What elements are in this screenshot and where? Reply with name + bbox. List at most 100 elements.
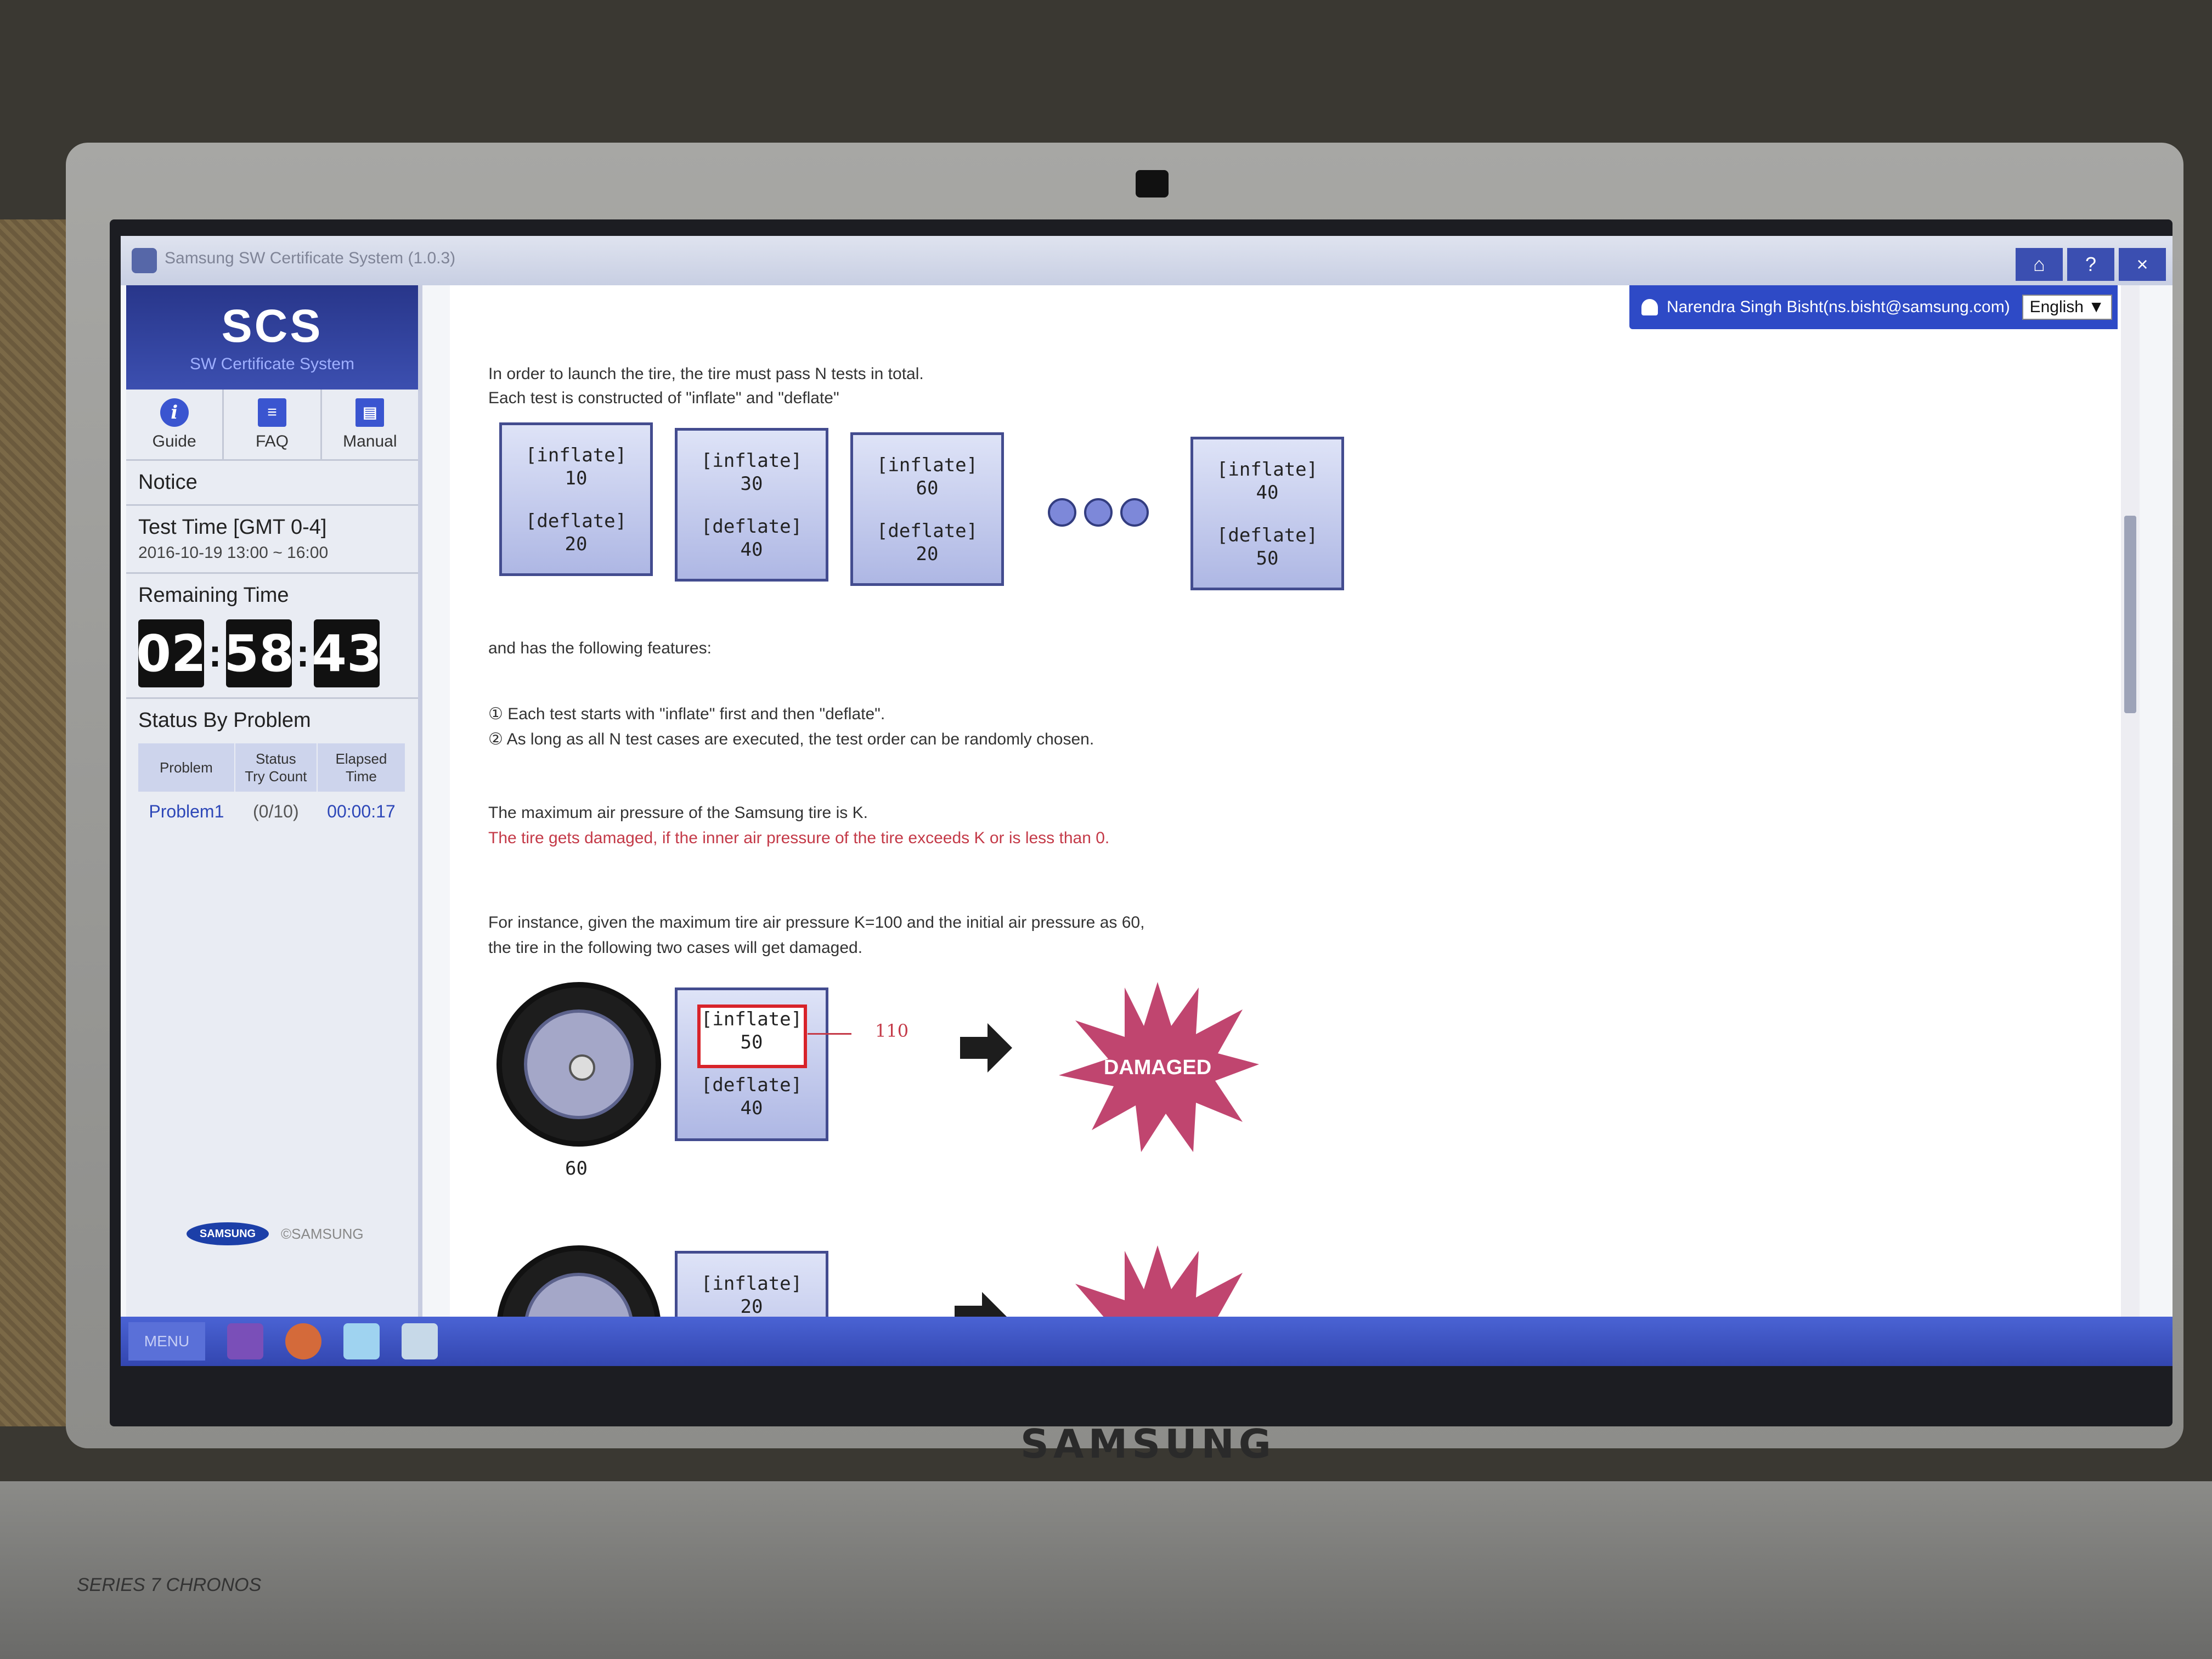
instance-line-2: the tire in the following two cases will…	[488, 939, 863, 957]
deflate-label: [deflate]	[876, 520, 978, 542]
inflate-value: 40	[1256, 482, 1279, 504]
app-icon	[132, 248, 157, 273]
notice-title: Notice	[138, 471, 198, 494]
status-table: Problem Status Try Count Elapsed Time Prob…	[138, 743, 407, 832]
book-icon: ▤	[356, 398, 385, 427]
result-pressure: 110	[875, 1020, 909, 1041]
timer-hours: 02	[136, 619, 206, 687]
sidebar-footer: SAMSUNG ©SAMSUNG	[187, 1222, 364, 1245]
nav-faq[interactable]: ≡ FAQ	[224, 390, 322, 459]
window-controls: ⌂ ? ×	[2016, 248, 2166, 281]
nav-guide[interactable]: i Guide	[126, 390, 224, 459]
test-box-n: [inflate] 40 [deflate] 50	[1190, 437, 1344, 590]
inflate-value: 50	[740, 1031, 763, 1053]
inflate-value: 30	[740, 473, 763, 495]
home-button[interactable]: ⌂	[2016, 248, 2063, 281]
tire-pressure-label: 60	[565, 1158, 588, 1180]
instance-line-1: For instance, given the maximum tire air…	[488, 913, 1145, 932]
problem-elapsed: 00:00:17	[327, 802, 396, 821]
sidebar: SCS SW Certificate System i Guide ≡ FAQ …	[126, 285, 422, 1317]
visual-studio-icon[interactable]	[227, 1323, 263, 1359]
ellipsis-dot	[1048, 498, 1076, 527]
help-button[interactable]: ?	[2067, 248, 2114, 281]
inflate-value: 20	[740, 1296, 763, 1317]
test-box-1: [inflate] 10 [deflate] 20	[499, 422, 653, 576]
intro-line-2: Each test is constructed of "inflate" an…	[488, 389, 839, 407]
max-pressure-text: The maximum air pressure of the Samsung …	[488, 804, 868, 822]
editor-icon[interactable]	[402, 1323, 438, 1359]
ellipsis-dot	[1120, 498, 1149, 527]
table-row[interactable]: Problem1 (0/10) 00:00:17	[138, 792, 405, 832]
user-icon	[1641, 299, 1658, 315]
col-elapsed: Elapsed Time	[317, 743, 407, 792]
pressure-arrow	[808, 1033, 851, 1035]
deflate-value: 40	[740, 539, 763, 561]
tire-hub	[569, 1054, 595, 1081]
col-problem: Problem	[138, 743, 235, 792]
inflate-label: [inflate]	[1216, 459, 1318, 481]
sidebar-nav: i Guide ≡ FAQ ▤ Manual	[126, 390, 418, 461]
inflate-label: [inflate]	[876, 454, 978, 476]
test-time-section: Test Time [GMT 0-4] 2016-10-19 13:00 ~ 1…	[126, 506, 418, 574]
deflate-label: [deflate]	[701, 1074, 803, 1096]
col-status: Status Try Count	[234, 743, 318, 792]
taskbar: MENU	[121, 1317, 2172, 1366]
deflate-label: [deflate]	[1216, 524, 1318, 546]
example-test-box-2: [inflate] 20	[675, 1251, 828, 1317]
timer-seconds: 43	[312, 619, 382, 687]
logo-subtitle: SW Certificate System	[189, 355, 355, 373]
samsung-logo: SAMSUNG	[187, 1222, 269, 1245]
test-time-title: Test Time [GMT 0-4]	[138, 516, 327, 539]
menu-button[interactable]: MENU	[128, 1322, 205, 1361]
damaged-label: DAMAGED	[1104, 1056, 1211, 1079]
scroll-thumb[interactable]	[2124, 516, 2136, 713]
deflate-value: 20	[916, 543, 939, 565]
vertical-scrollbar[interactable]	[2121, 285, 2140, 1317]
notepad-icon[interactable]	[343, 1323, 380, 1359]
tire-icon	[496, 982, 661, 1147]
nav-manual[interactable]: ▤ Manual	[322, 390, 418, 459]
damage-rule-text: The tire gets damaged, if the inner air …	[488, 829, 1110, 847]
window-title: Samsung SW Certificate System (1.0.3)	[165, 249, 456, 267]
tire-icon	[496, 1245, 661, 1317]
list-icon: ≡	[257, 398, 286, 427]
copyright: ©SAMSUNG	[281, 1225, 364, 1242]
tire-rim	[524, 1009, 634, 1119]
user-bar: Narendra Singh Bisht(ns.bisht@samsung.co…	[1629, 285, 2118, 329]
problem-status: (0/10)	[253, 802, 299, 821]
intro-line-1: In order to launch the tire, the tire mu…	[488, 365, 924, 383]
problem-content: Narendra Singh Bisht(ns.bisht@samsung.co…	[450, 285, 2140, 1317]
webcam	[1136, 170, 1169, 198]
inflate-label: [inflate]	[701, 1008, 803, 1030]
example-test-box-1: [inflate] 50 [deflate] 40	[675, 988, 828, 1141]
eclipse-icon[interactable]	[285, 1323, 321, 1359]
test-time-value: 2016-10-19 13:00 ~ 16:00	[138, 544, 329, 562]
status-section: Status By Problem Problem Status Try Coun…	[126, 699, 418, 842]
damaged-starburst	[1075, 1245, 1243, 1317]
problem-link[interactable]: Problem1	[138, 792, 235, 832]
timer-separator: :	[208, 631, 222, 675]
inflate-label: [inflate]	[525, 444, 627, 466]
notice-section[interactable]: Notice	[126, 461, 418, 506]
close-button[interactable]: ×	[2119, 248, 2166, 281]
remaining-time-section: Remaining Time 02 : 58 : 43	[126, 574, 418, 699]
timer-separator: :	[296, 631, 309, 675]
status-title: Status By Problem	[138, 709, 311, 732]
window-titlebar: Samsung SW Certificate System (1.0.3) ⌂ …	[121, 236, 2172, 285]
deflate-value: 20	[565, 533, 588, 555]
language-select[interactable]: English ▼	[2022, 295, 2112, 320]
user-name: Narendra Singh Bisht(ns.bisht@samsung.co…	[1667, 298, 2010, 316]
info-icon: i	[160, 398, 189, 427]
deflate-label: [deflate]	[525, 510, 627, 532]
tire-rim	[524, 1273, 634, 1317]
remaining-time-title: Remaining Time	[138, 584, 289, 607]
inflate-value: 10	[565, 467, 588, 489]
laptop-model-label: SERIES 7 CHRONOS	[77, 1575, 262, 1595]
countdown-timer: 02 : 58 : 43	[136, 619, 406, 687]
deflate-label: [deflate]	[701, 516, 803, 538]
laptop-brand-logo: SAMSUNG	[1020, 1421, 1276, 1467]
right-arrow-icon	[955, 1292, 1007, 1317]
keyboard-deck	[0, 1481, 2212, 1659]
ellipsis-dot	[1084, 498, 1113, 527]
test-box-2: [inflate] 30 [deflate] 40	[675, 428, 828, 582]
